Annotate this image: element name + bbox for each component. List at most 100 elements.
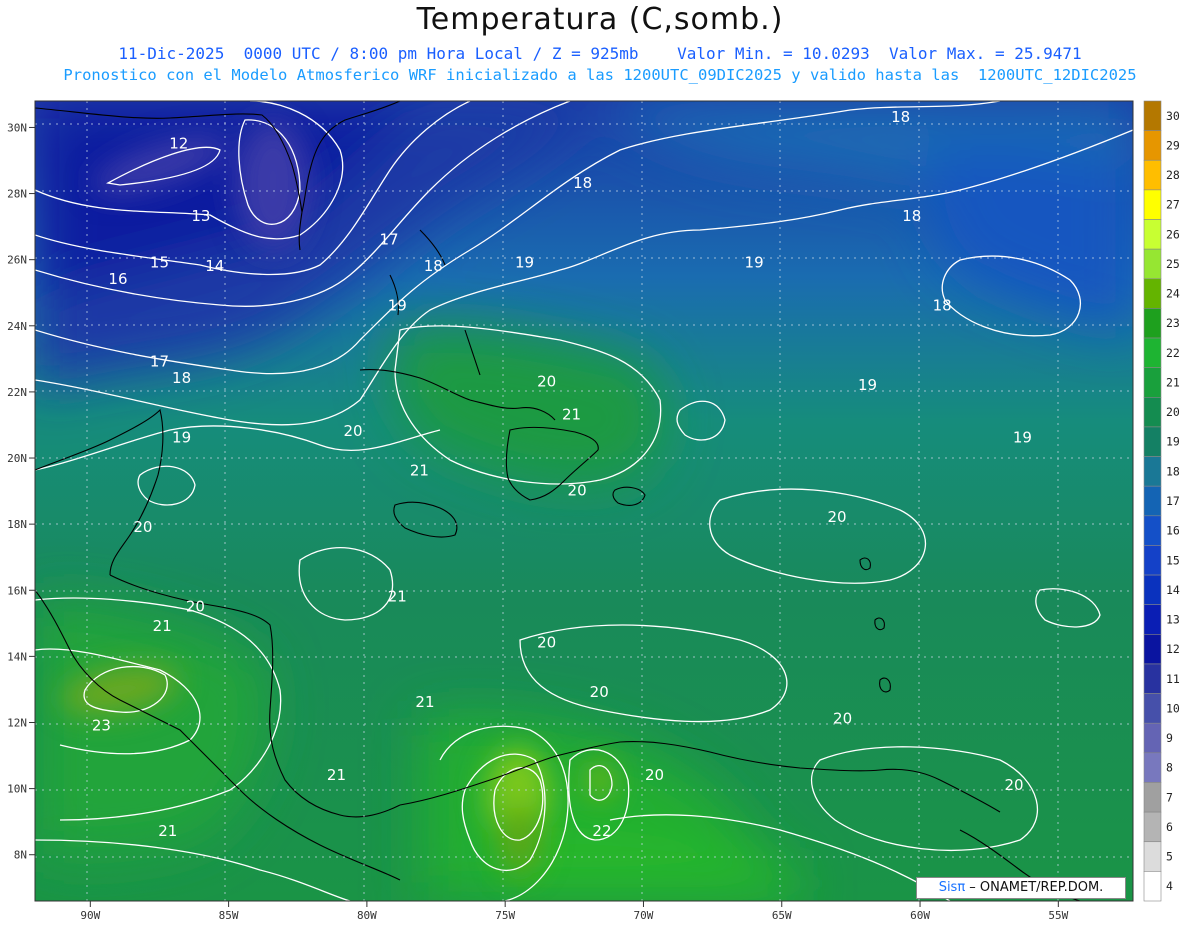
lat-tick-label: 28N — [7, 188, 27, 201]
contour-label: 20 — [833, 710, 852, 728]
colorbar-label: 6 — [1166, 820, 1173, 834]
colorbar-label: 23 — [1166, 316, 1180, 330]
colorbar-label: 21 — [1166, 375, 1180, 389]
lat-tick-label: 16N — [7, 584, 27, 597]
lon-tick-label: 75W — [495, 909, 515, 922]
colorbar-swatch — [1143, 130, 1162, 161]
colorbar-swatch — [1143, 485, 1162, 517]
colorbar-label: 14 — [1166, 583, 1180, 597]
lat-tick-label: 22N — [7, 386, 27, 399]
lon-tick-label: 85W — [219, 909, 239, 922]
contour-label: 15 — [150, 253, 169, 271]
colorbar-label: 7 — [1166, 790, 1173, 804]
contour-label: 12 — [169, 134, 188, 152]
colorbar-swatch — [1143, 100, 1162, 131]
colorbar-swatch — [1143, 308, 1162, 339]
contour-label: 13 — [191, 207, 210, 225]
contour-label: 22 — [592, 822, 611, 840]
contour-label: 21 — [158, 822, 177, 840]
colorbar-label: 17 — [1166, 494, 1180, 508]
colorbar-swatch — [1143, 515, 1162, 546]
contour-label: 20 — [568, 482, 587, 500]
colorbar-label: 28 — [1166, 168, 1180, 182]
contour-label: 18 — [902, 207, 921, 225]
colorbar-label: 19 — [1166, 435, 1180, 449]
lon-tick-label: 60W — [910, 909, 930, 922]
colorbar-swatch — [1143, 782, 1162, 813]
lat-tick-label: 14N — [7, 650, 27, 663]
contour-label: 23 — [92, 716, 111, 734]
longitude-axis: 90W 85W 80W 75W 70W 65W 60W 55W — [80, 901, 1069, 922]
contour-label: 20 — [133, 518, 152, 536]
lat-tick-label: 18N — [7, 518, 27, 531]
contour-label: 17 — [150, 353, 169, 371]
colorbar-swatch — [1143, 693, 1162, 724]
colorbar-label: 26 — [1166, 227, 1180, 241]
credit-text: – ONAMET/REP.DOM. — [965, 880, 1104, 895]
contour-label: 18 — [172, 369, 191, 387]
lon-tick-label: 80W — [357, 909, 377, 922]
contour-label: 17 — [379, 230, 398, 248]
colorbar-swatch — [1143, 634, 1162, 665]
latitude-axis: 30N 28N 26N 24N 22N 20N 18N 16N 14N 12N 10N 8N — [7, 121, 35, 862]
lat-tick-label: 30N — [7, 121, 27, 134]
lat-tick-label: 24N — [7, 320, 27, 333]
lat-tick-label: 26N — [7, 254, 27, 267]
colorbar-label: 8 — [1166, 761, 1173, 775]
contour-label: 18 — [573, 174, 592, 192]
contour-label: 21 — [327, 766, 346, 784]
contour-label: 20 — [344, 422, 363, 440]
lat-tick-label: 10N — [7, 783, 27, 796]
colorbar-label: 29 — [1166, 138, 1180, 152]
contour-label: 19 — [745, 253, 764, 271]
contour-label: 21 — [388, 587, 407, 605]
colorbar-swatch — [1143, 219, 1162, 250]
contour-label: 19 — [172, 429, 191, 447]
colorbar-swatch — [1143, 248, 1162, 280]
credit-badge: Sisπ – ONAMET/REP.DOM. — [916, 877, 1126, 899]
colorbar-label: 30 — [1166, 109, 1180, 123]
colorbar-swatch — [1143, 189, 1162, 220]
colorbar-label: 12 — [1166, 642, 1180, 656]
colorbar-label: 13 — [1166, 613, 1180, 627]
temperature-field: 1213141516171819171819191819181818191920… — [35, 101, 1133, 901]
colorbar-label: 9 — [1166, 731, 1173, 745]
contour-label: 19 — [1013, 429, 1032, 447]
contour-label: 20 — [828, 508, 847, 526]
colorbar-swatch — [1143, 722, 1162, 754]
colorbar-swatch — [1143, 456, 1162, 487]
colorbar-swatch — [1143, 545, 1162, 576]
colorbar-swatch — [1143, 426, 1162, 457]
contour-label: 21 — [153, 617, 172, 635]
lat-tick-label: 20N — [7, 452, 27, 465]
contour-label: 21 — [410, 462, 429, 480]
colorbar-label: 25 — [1166, 257, 1180, 271]
lon-tick-label: 70W — [634, 909, 654, 922]
contour-label: 19 — [858, 376, 877, 394]
colorbar-label: 24 — [1166, 287, 1180, 301]
colorbar-label: 15 — [1166, 553, 1180, 567]
colorbar-swatch — [1143, 337, 1162, 368]
colorbar-swatch — [1143, 278, 1162, 309]
colorbar-label: 18 — [1166, 464, 1180, 478]
colorbar-swatch — [1143, 396, 1162, 428]
colorbar-label: 16 — [1166, 524, 1180, 538]
colorbar-swatch — [1143, 871, 1162, 902]
lat-tick-label: 12N — [7, 716, 27, 729]
colorbar-swatch — [1143, 604, 1162, 635]
colorbar-label: 20 — [1166, 405, 1180, 419]
colorbar-swatch — [1143, 841, 1162, 872]
colorbar: 30 29 28 27 26 25 24 23 22 21 20 19 18 17 16 15 14 13 12 11… — [1143, 100, 1180, 902]
colorbar-swatch — [1143, 367, 1162, 398]
colorbar-label: 10 — [1166, 701, 1180, 715]
contour-label: 19 — [515, 253, 534, 271]
colorbar-label: 27 — [1166, 198, 1180, 212]
colorbar-swatch — [1143, 663, 1162, 694]
sispi-logo: Sisπ — [938, 880, 966, 895]
contour-label: 21 — [415, 693, 434, 711]
contour-label: 20 — [537, 372, 556, 390]
lon-tick-label: 90W — [80, 909, 100, 922]
contour-label: 19 — [388, 296, 407, 314]
colorbar-label: 11 — [1166, 672, 1180, 686]
lon-tick-label: 65W — [772, 909, 792, 922]
